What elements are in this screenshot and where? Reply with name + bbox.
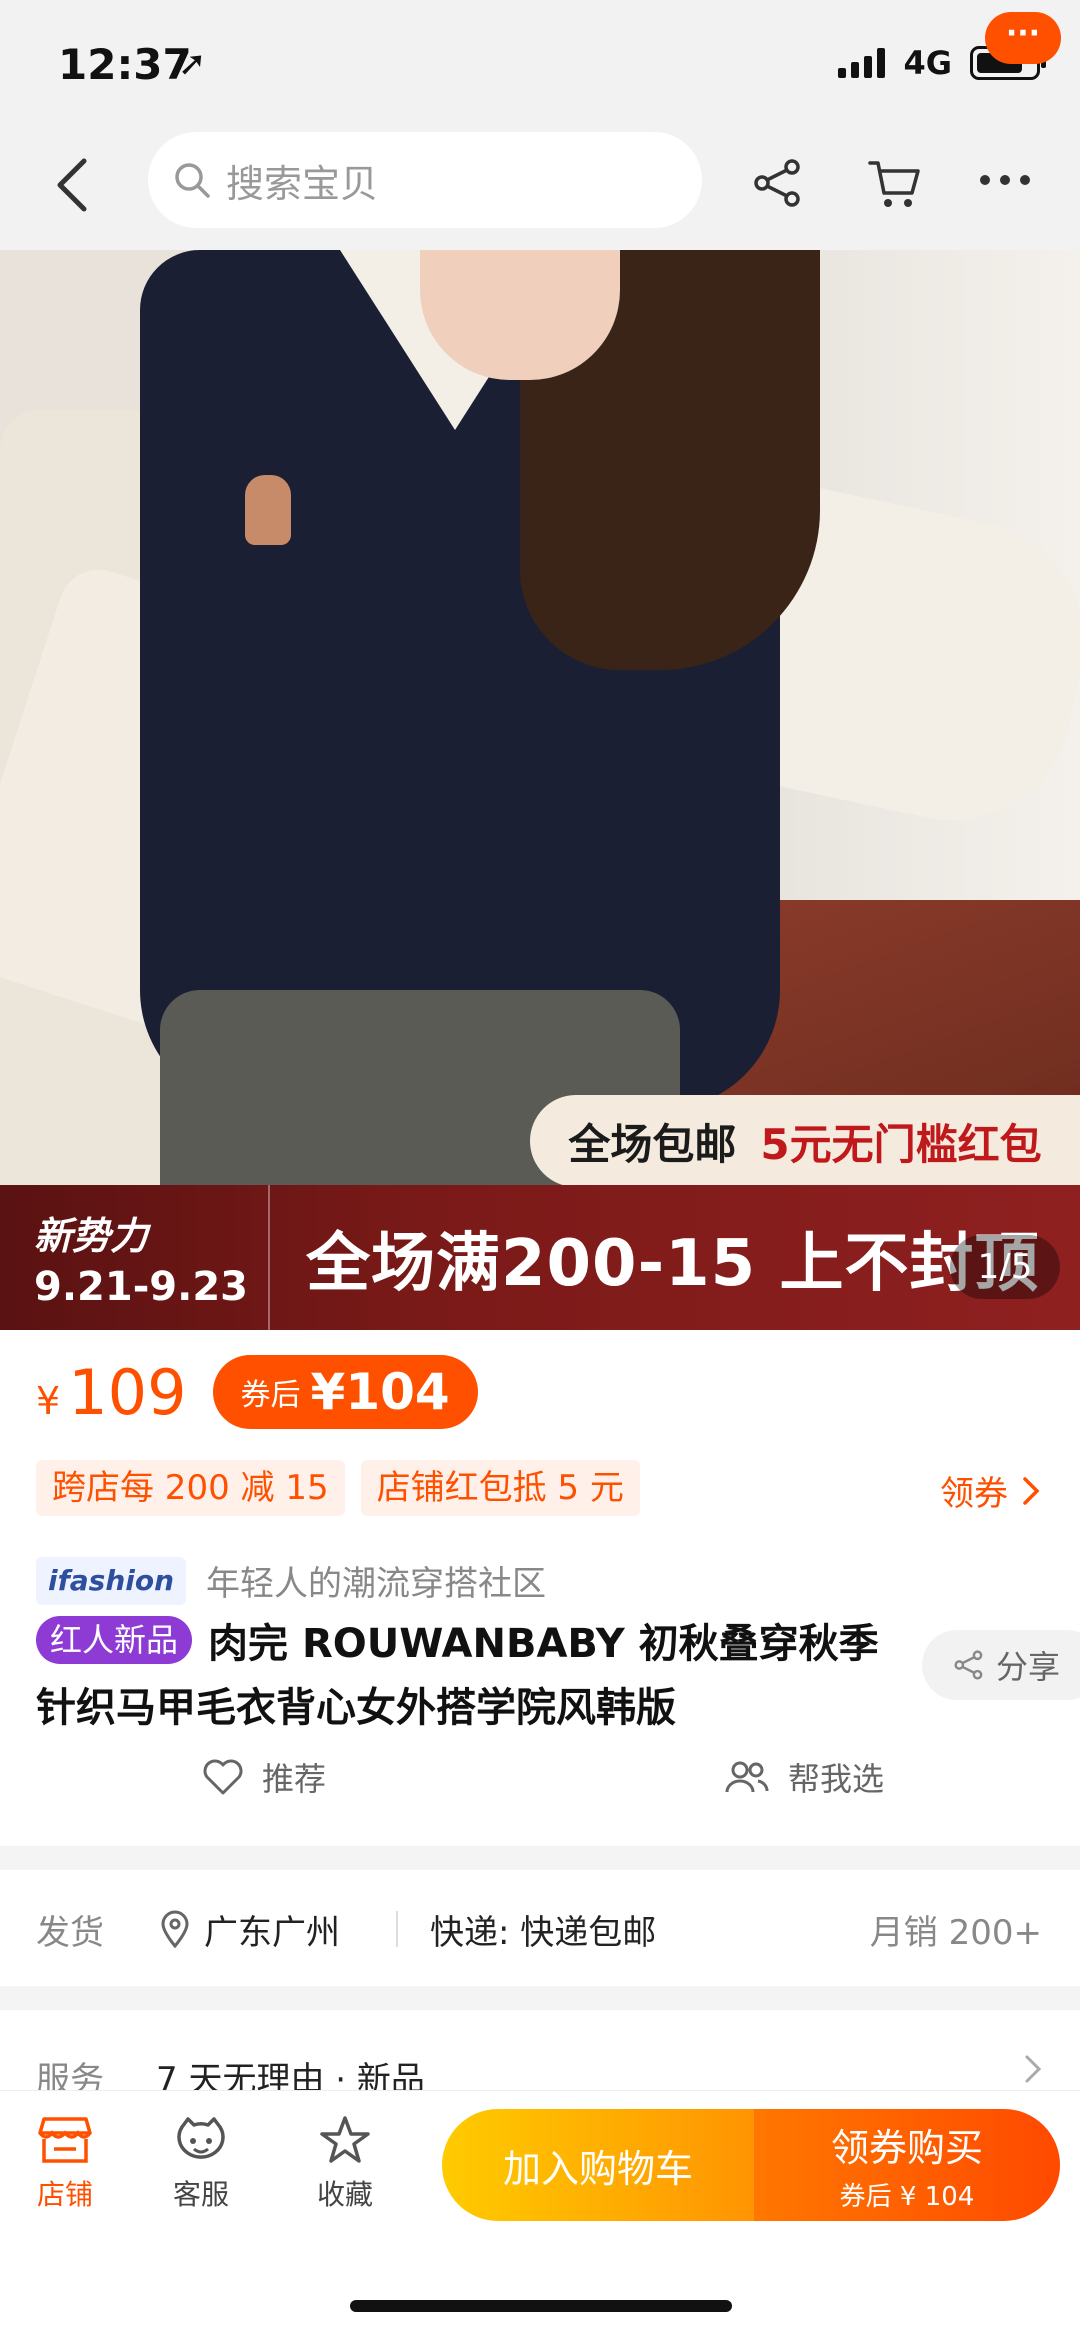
favorite-button[interactable]: 收藏 [290, 2115, 400, 2213]
banner-main-text: 全场满200-15 上不封顶 [306, 1226, 1040, 1301]
users-icon [725, 1761, 769, 1793]
promo-tag: 店铺红包抵 5 元 [360, 1460, 640, 1516]
chevron-right-icon [1025, 2055, 1042, 2083]
home-indicator [350, 2300, 732, 2312]
bear-logo-icon [245, 475, 291, 545]
ifashion-logo: ifashion [36, 1556, 187, 1605]
customer-service-icon [177, 2117, 225, 2159]
section-divider [0, 1986, 1080, 2010]
nav-bar: 搜索宝贝 [0, 110, 1080, 250]
cart-icon[interactable] [866, 155, 922, 211]
buy-with-coupon-button[interactable]: 领券购买 券后 ¥ 104 [754, 2109, 1060, 2221]
shop-button[interactable]: 店铺 [10, 2115, 120, 2213]
customer-service-button[interactable]: 客服 [146, 2115, 256, 2213]
product-title: 红人新品 肉完 ROUWANBABY 初秋叠穿秋季针织马甲毛衣背心女外搭学院风韩版 [36, 1612, 916, 1740]
message-badge[interactable]: ··· [985, 12, 1061, 64]
location-arrow-icon: ➚ [178, 44, 207, 84]
share-icon[interactable] [750, 155, 806, 211]
page-indicator: 1/5 [950, 1235, 1060, 1299]
signal-icon [838, 48, 886, 78]
ifashion-row[interactable]: ifashion 年轻人的潮流穿搭社区 [36, 1556, 546, 1605]
red-packet-text: 5元无门槛红包 [760, 1119, 1042, 1169]
current-price: ¥109 [36, 1355, 187, 1429]
network-type: 4G [903, 44, 952, 82]
heart-icon [203, 1759, 243, 1795]
add-to-cart-button[interactable]: 加入购物车 [442, 2109, 754, 2221]
banner-dates: 9.21-9.23 [34, 1264, 248, 1310]
banner-brand: 新势力 [34, 1214, 149, 1258]
monthly-sales: 月销 200+ [869, 1912, 1042, 1953]
ifashion-desc: 年轻人的潮流穿搭社区 [206, 1564, 547, 1604]
chevron-right-icon [1023, 1476, 1040, 1505]
price-row: ¥109 券后 ¥104 [36, 1352, 478, 1432]
promo-tags: 跨店每 200 减 15 店铺红包抵 5 元 [36, 1460, 640, 1516]
status-time: 12:37 [58, 40, 192, 89]
recommend-button[interactable]: 推荐 [202, 1754, 326, 1800]
search-input[interactable]: 搜索宝贝 [148, 132, 702, 228]
shipping-express: 快递: 快递包邮 [430, 1912, 657, 1953]
share-button[interactable]: 分享 [922, 1630, 1080, 1700]
location-pin-icon [161, 1910, 189, 1948]
promo-tag: 跨店每 200 减 15 [36, 1460, 345, 1516]
share-icon [954, 1650, 983, 1680]
image-promo-strip: 全场包邮 5元无门槛红包 [530, 1095, 1080, 1187]
event-banner[interactable]: 新势力 9.21-9.23 全场满200-15 上不封顶 [0, 1185, 1080, 1330]
section-divider [0, 1846, 1080, 1870]
new-product-badge: 红人新品 [36, 1616, 193, 1664]
star-icon [320, 2116, 370, 2163]
more-icon[interactable] [975, 165, 1035, 195]
search-placeholder: 搜索宝贝 [226, 161, 379, 206]
shipping-location: 广东广州 [160, 1905, 340, 1954]
shop-icon [38, 2117, 92, 2163]
shipping-row[interactable]: 发货 广东广州 快递: 快递包邮 月销 200+ [0, 1874, 1080, 1984]
shipping-label: 发货 [36, 1912, 104, 1953]
back-icon[interactable] [48, 155, 98, 215]
search-icon [175, 163, 210, 198]
coupon-price-badge: 券后 ¥104 [212, 1355, 478, 1429]
free-shipping-text: 全场包邮 [568, 1119, 737, 1169]
help-choose-button[interactable]: 帮我选 [724, 1754, 884, 1800]
get-coupon-button[interactable]: 领券 [940, 1466, 1040, 1515]
